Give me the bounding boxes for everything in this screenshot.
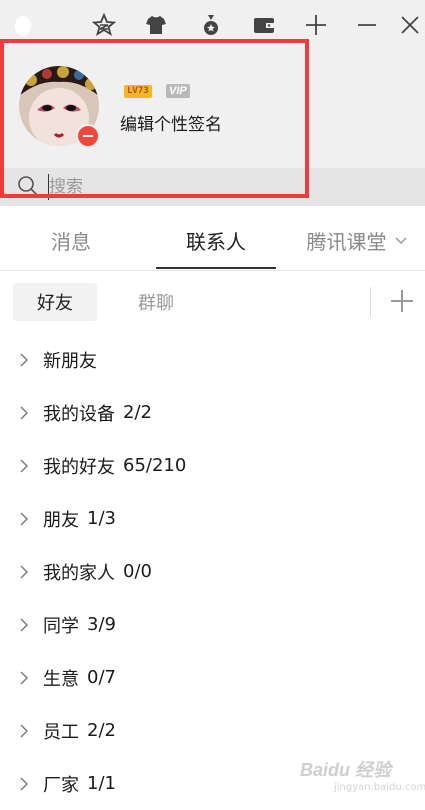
tab-contacts[interactable]: 联系人 [156,210,276,270]
group-label: 朋友 [43,509,79,531]
search-input[interactable] [48,174,299,200]
group-count: 1/3 [87,508,116,529]
group-item-classmates[interactable]: 同学 3/9 [0,598,425,651]
subtab-groups[interactable]: 群聊 [114,283,198,321]
plus-icon[interactable] [301,10,331,40]
qq-penguin-icon[interactable] [14,14,32,36]
signature-edit[interactable]: 编辑个性签名 [120,110,222,135]
tab-label: 联系人 [186,229,246,254]
chevron-right-icon [20,618,28,631]
active-tab-indicator [156,267,276,269]
group-label: 同学 [43,615,79,637]
group-count: 1/1 [87,773,116,794]
group-item-devices[interactable]: 我的设备 2/2 [0,386,425,439]
search-bar [0,168,425,206]
chevron-right-icon [20,353,28,366]
group-item-my-friends[interactable]: 我的好友 65/210 [0,439,425,492]
group-label: 新朋友 [43,350,97,372]
tab-label: 腾讯课堂 [306,229,387,254]
subtab-label: 好友 [37,293,73,314]
profile-header: LV73 VIP 编辑个性签名 [0,0,425,168]
group-count: 2/2 [87,720,116,741]
add-contact-icon[interactable] [388,287,416,315]
watermark: Baidu 经验 [300,760,392,780]
shirt-icon[interactable] [141,10,171,40]
chevron-right-icon [20,777,28,790]
medal-icon[interactable] [196,10,226,40]
group-label: 我的家人 [43,562,115,584]
watermark-url: jingyan.baidu.com [334,782,425,793]
group-count: 0/0 [123,561,152,582]
wallet-icon[interactable] [249,10,279,40]
group-label: 员工 [43,721,79,743]
group-item-friends[interactable]: 朋友 1/3 [0,492,425,545]
group-count: 2/2 [123,402,152,423]
group-item-family[interactable]: 我的家人 0/0 [0,545,425,598]
chevron-right-icon [20,671,28,684]
subtab-friends[interactable]: 好友 [13,283,97,321]
group-label: 我的设备 [43,403,115,425]
level-badge[interactable]: LV73 [124,85,152,98]
group-count: 0/7 [87,667,116,688]
tab-messages[interactable]: 消息 [0,210,142,270]
busy-status-icon[interactable] [76,124,100,148]
group-item-business[interactable]: 生意 0/7 [0,651,425,704]
chevron-right-icon [20,724,28,737]
group-item-employees[interactable]: 员工 2/2 [0,704,425,757]
group-label: 厂家 [43,774,79,796]
tab-tencent-classroom[interactable]: 腾讯课堂 [290,210,425,270]
group-count: 65/210 [123,455,187,476]
chevron-right-icon [20,406,28,419]
main-tabs: 消息 联系人 腾讯课堂 [0,210,425,271]
close-icon[interactable] [395,10,425,40]
qzone-icon[interactable] [89,10,119,40]
tab-label: 消息 [51,229,91,254]
search-icon [18,176,38,196]
vip-badge[interactable]: VIP [166,84,190,98]
chevron-right-icon [20,565,28,578]
group-label: 生意 [43,668,79,690]
divider [370,287,371,317]
group-label: 我的好友 [43,456,115,478]
chevron-right-icon [20,512,28,525]
group-count: 3/9 [87,614,116,635]
sub-tabs: 好友 群聊 [0,271,425,333]
contact-group-list: 新朋友 我的设备 2/2 我的好友 65/210 朋友 1/3 我的家人 0/0… [0,333,425,810]
chevron-down-icon [394,237,407,245]
group-item-new-friends[interactable]: 新朋友 [0,333,425,386]
minimize-icon[interactable] [352,10,382,40]
chevron-right-icon [20,459,28,472]
subtab-label: 群聊 [138,293,174,314]
